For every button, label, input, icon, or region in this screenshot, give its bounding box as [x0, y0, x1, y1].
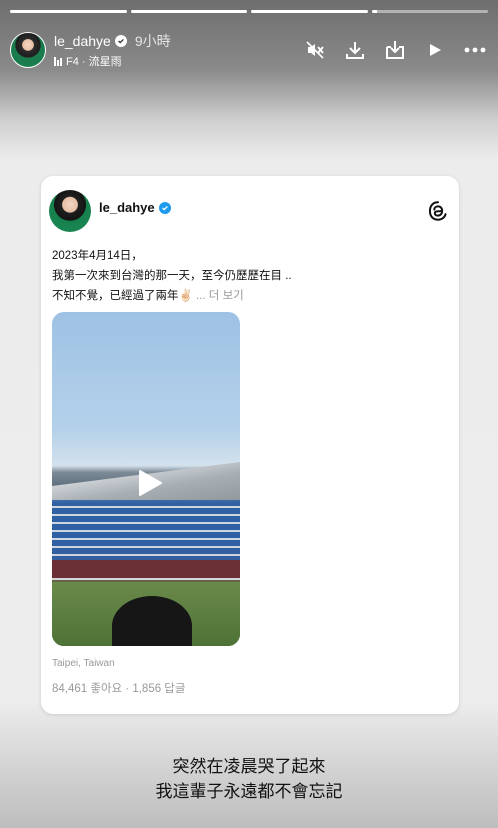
post-line-2: 我第一次來到台灣的那一天，至今仍歷歷在目 ..: [52, 270, 292, 282]
caption-line-2: 我這輩子永遠都不會忘記: [155, 782, 343, 801]
stadium-band: [52, 560, 240, 578]
story-actions: [302, 37, 488, 63]
play-button[interactable]: [422, 37, 448, 63]
post-header: le_dahye: [49, 190, 449, 234]
post-video[interactable]: [52, 312, 240, 646]
threads-post-card[interactable]: le_dahye 2023年4月14日， 我第一次來到台灣的那一天，至今仍歷歷在…: [41, 176, 459, 714]
mute-button[interactable]: [302, 37, 328, 63]
video-play-icon[interactable]: [134, 468, 164, 498]
see-more-link[interactable]: ... 더 보기: [193, 290, 244, 302]
verified-badge-icon: [114, 35, 127, 47]
verified-badge-icon: [158, 201, 171, 214]
story-progress-bar: [10, 10, 488, 13]
story-time: 9小時: [134, 33, 171, 49]
caption-line-1: 突然在凌晨哭了起來: [172, 757, 326, 776]
story-header: le_dahye 9小時 F4 · 流星雨: [10, 30, 488, 70]
avatar[interactable]: [10, 32, 46, 68]
music-bars-icon: [54, 56, 62, 66]
play-icon: [430, 44, 441, 56]
story-segment-4: [371, 10, 488, 13]
post-line-3: 不知不覺，已經過了兩年✌🏻: [52, 290, 193, 302]
threads-logo-icon[interactable]: [427, 200, 449, 222]
story-caption: 突然在凌晨哭了起來 我這輩子永遠都不會忘記: [0, 754, 498, 804]
post-stats: 84,461 좋아요 · 1,856 답글: [52, 683, 186, 695]
story-username[interactable]: le_dahye: [54, 33, 111, 49]
post-text: 2023年4月14日， 我第一次來到台灣的那一天，至今仍歷歷在目 .. 不知不覺…: [52, 246, 439, 306]
story-segment-2: [130, 10, 247, 13]
post-avatar[interactable]: [49, 190, 91, 232]
music-title: F4 · 流星雨: [66, 56, 122, 68]
story-user-info: le_dahye 9小時 F4 · 流星雨: [54, 31, 171, 69]
story-segment-1: [10, 10, 127, 13]
music-label[interactable]: F4 · 流星雨: [54, 53, 171, 69]
post-line-1: 2023年4月14日，: [52, 250, 143, 262]
save-button[interactable]: [382, 37, 408, 63]
post-username[interactable]: le_dahye: [99, 200, 155, 215]
download-icon: [346, 42, 364, 59]
more-dots-icon: [464, 47, 486, 53]
speaker-muted-icon: [306, 41, 324, 59]
more-options-button[interactable]: [462, 37, 488, 63]
save-to-device-icon: [386, 41, 404, 59]
post-location[interactable]: Taipei, Taiwan: [52, 658, 115, 669]
download-button[interactable]: [342, 37, 368, 63]
story-segment-3: [251, 10, 368, 13]
